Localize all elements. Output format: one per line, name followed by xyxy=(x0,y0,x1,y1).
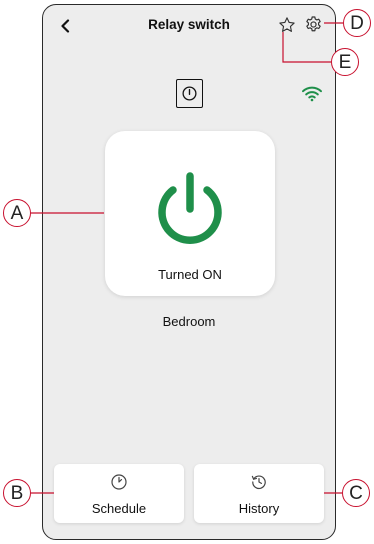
history-label: History xyxy=(238,501,280,516)
power-toggle-card[interactable]: Turned ON xyxy=(105,131,275,296)
history-button[interactable]: History xyxy=(194,464,324,523)
favorite-button[interactable] xyxy=(278,16,296,34)
callout-d: D xyxy=(343,9,371,37)
callout-b: B xyxy=(3,479,31,507)
callout-a: A xyxy=(3,199,31,227)
callout-c: C xyxy=(342,479,370,507)
schedule-button[interactable]: Schedule xyxy=(54,464,184,523)
power-switch-icon xyxy=(182,86,197,101)
history-icon xyxy=(251,475,266,490)
gear-icon xyxy=(306,16,321,32)
schedule-label: Schedule xyxy=(91,501,147,516)
clock-icon xyxy=(111,474,127,490)
phone-screen: Relay switch Turned ON Bedroom Schedule … xyxy=(42,4,336,540)
device-type-icon xyxy=(176,79,203,108)
wifi-icon xyxy=(302,86,322,102)
settings-button[interactable] xyxy=(304,15,323,34)
power-icon xyxy=(158,172,222,244)
power-status-label: Turned ON xyxy=(158,267,222,282)
room-name: Bedroom xyxy=(162,314,216,329)
callout-e: E xyxy=(331,48,359,76)
star-outline-icon xyxy=(279,17,295,32)
